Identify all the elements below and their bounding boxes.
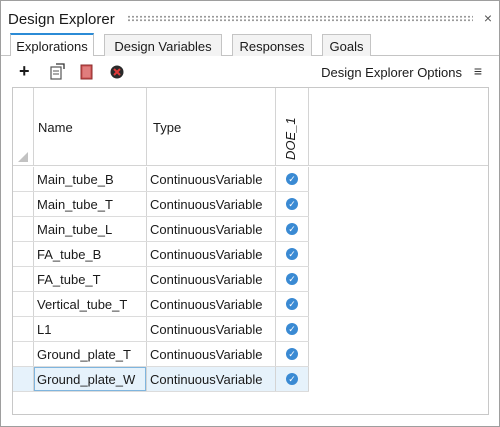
table-row[interactable]: Ground_plate_T ContinuousVariable ✓ [13,342,309,367]
tab-goals[interactable]: Goals [322,34,371,56]
column-doe-label: DOE_1 [283,117,298,160]
variable-type-cell[interactable]: ContinuousVariable [150,372,263,387]
title-bar[interactable]: Design Explorer × [1,1,499,31]
column-name-label: Name [38,120,73,135]
close-button[interactable]: × [480,9,496,27]
table-row[interactable]: L1 ContinuousVariable ✓ [13,317,309,342]
book-icon[interactable] [78,63,96,81]
variable-name-cell[interactable]: FA_tube_B [37,247,101,262]
variable-name-cell[interactable]: Main_tube_B [37,172,114,187]
doe-check-icon[interactable]: ✓ [286,198,298,210]
row-header[interactable] [13,267,34,291]
table-row[interactable]: Main_tube_L ContinuousVariable ✓ [13,217,309,242]
variable-name-cell[interactable]: Main_tube_L [37,222,112,237]
drag-handle[interactable] [127,15,473,22]
row-header[interactable] [13,242,34,266]
doe-check-icon[interactable]: ✓ [286,348,298,360]
variable-name-cell[interactable]: Ground_plate_W [37,372,135,387]
doe-check-icon[interactable]: ✓ [286,173,298,185]
variable-name-cell[interactable]: Main_tube_T [37,197,113,212]
row-header[interactable] [13,167,34,191]
variable-type-cell[interactable]: ContinuousVariable [150,247,263,262]
row-header[interactable] [13,367,34,391]
tab-design-variables[interactable]: Design Variables [104,34,222,56]
row-header[interactable] [13,342,34,366]
doe-check-icon[interactable]: ✓ [286,273,298,285]
table-row[interactable]: Main_tube_T ContinuousVariable ✓ [13,192,309,217]
tab-bar: Explorations Design Variables Responses … [1,31,499,56]
hamburger-menu-icon[interactable]: ≡ [474,63,482,79]
run-icon[interactable] [108,63,126,81]
add-icon[interactable]: + [19,62,37,81]
variable-name-cell[interactable]: Ground_plate_T [37,347,131,362]
doe-check-icon[interactable]: ✓ [286,223,298,235]
table-header: Name Type DOE_1 [13,88,488,166]
doe-check-icon[interactable]: ✓ [286,248,298,260]
variable-type-cell[interactable]: ContinuousVariable [150,172,263,187]
table-row[interactable]: Main_tube_B ContinuousVariable ✓ [13,167,309,192]
variable-type-cell[interactable]: ContinuousVariable [150,297,263,312]
row-header[interactable] [13,217,34,241]
column-type-label: Type [153,120,182,135]
doe-check-icon[interactable]: ✓ [286,373,298,385]
panel-title: Design Explorer [8,11,115,28]
variable-type-cell[interactable]: ContinuousVariable [150,322,263,337]
variable-type-cell[interactable]: ContinuousVariable [150,347,263,362]
toolbar: + Design Explorer Options ≡ [1,57,499,87]
variable-type-cell[interactable]: ContinuousVariable [150,272,263,287]
variable-type-cell[interactable]: ContinuousVariable [150,197,263,212]
table-row[interactable]: FA_tube_B ContinuousVariable ✓ [13,242,309,267]
variable-name-cell[interactable]: FA_tube_T [37,272,101,287]
doe-check-icon[interactable]: ✓ [286,298,298,310]
doe-check-icon[interactable]: ✓ [286,323,298,335]
table-row[interactable]: Ground_plate_W ContinuousVariable ✓ [13,367,309,392]
row-header[interactable] [13,192,34,216]
import-icon[interactable] [48,63,66,81]
design-explorer-options-button[interactable]: Design Explorer Options [321,65,462,80]
variable-name-cell[interactable]: L1 [37,322,51,337]
tab-responses[interactable]: Responses [232,34,312,56]
design-explorer-panel: Design Explorer × Explorations Design Va… [0,0,500,427]
row-header[interactable] [13,292,34,316]
variable-name-cell[interactable]: Vertical_tube_T [37,297,127,312]
table-row[interactable]: FA_tube_T ContinuousVariable ✓ [13,267,309,292]
row-header[interactable] [13,317,34,341]
select-all-corner-icon[interactable] [18,152,28,162]
table-row[interactable]: Vertical_tube_T ContinuousVariable ✓ [13,292,309,317]
variable-type-cell[interactable]: ContinuousVariable [150,222,263,237]
tab-explorations[interactable]: Explorations [10,33,94,56]
explorations-table: Name Type DOE_1 Main_tube_B ContinuousVar… [12,87,489,415]
